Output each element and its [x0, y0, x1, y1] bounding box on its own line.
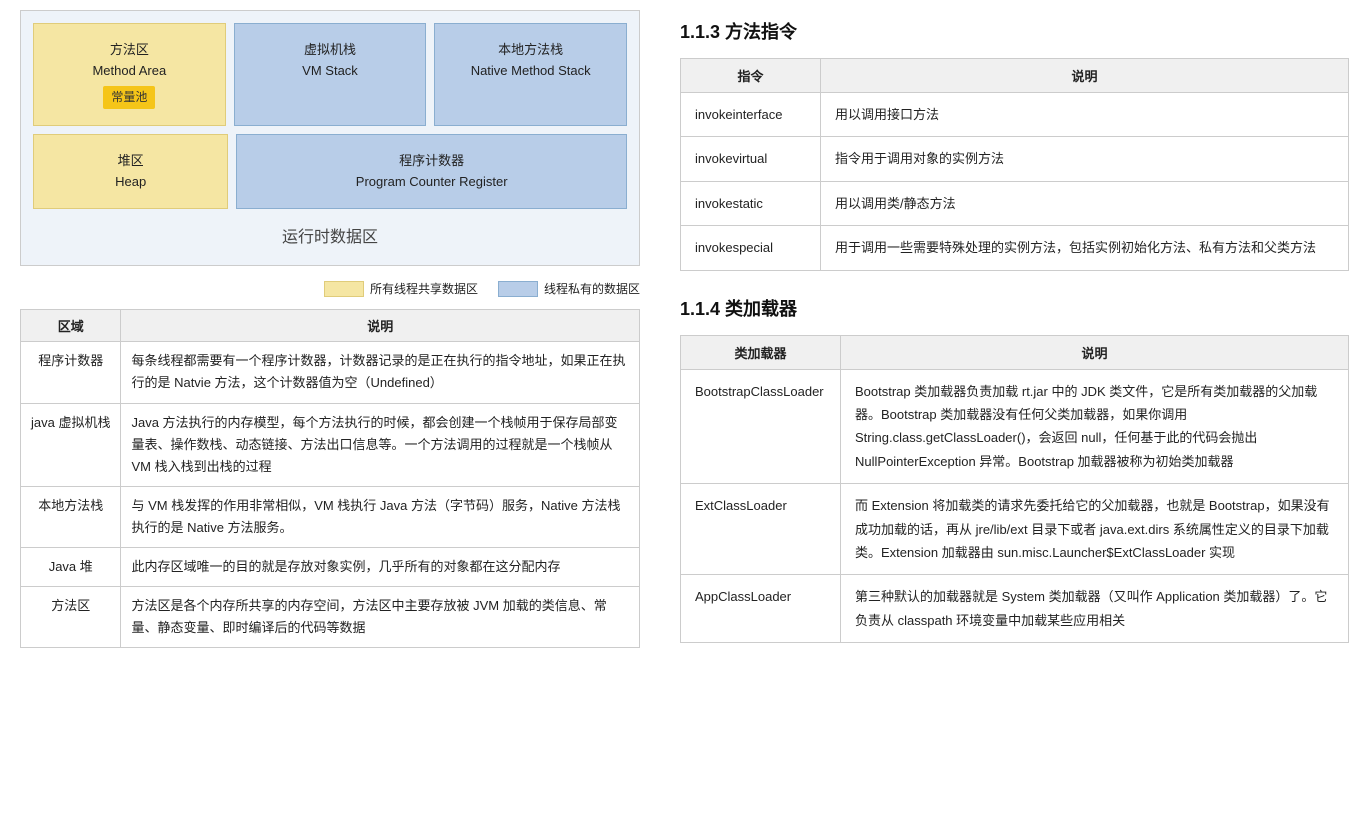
row-loader: ExtClassLoader: [681, 484, 841, 575]
classloader-col-loader: 类加载器: [681, 335, 841, 369]
row-desc: 用以调用接口方法: [821, 93, 1349, 137]
row-desc: 与 VM 栈发挥的作用非常相似，VM 栈执行 Java 方法（字节码）服务，Na…: [121, 486, 640, 547]
native-stack-en: Native Method Stack: [471, 61, 591, 82]
right-panel: 1.1.3 方法指令 指令 说明 invokeinterface 用以调用接口方…: [660, 0, 1369, 825]
table-row: invokestatic 用以调用类/静态方法: [681, 181, 1349, 225]
legend-private: 线程私有的数据区: [498, 280, 640, 297]
legend-private-label: 线程私有的数据区: [544, 280, 640, 297]
native-stack-label: 本地方法栈: [498, 40, 563, 61]
constant-pool-badge: 常量池: [103, 86, 155, 109]
program-counter-en: Program Counter Register: [356, 172, 508, 193]
table-row: 本地方法栈 与 VM 栈发挥的作用非常相似，VM 栈执行 Java 方法（字节码…: [21, 486, 640, 547]
row-loader: BootstrapClassLoader: [681, 369, 841, 484]
row-cmd: invokespecial: [681, 226, 821, 270]
heap-en: Heap: [115, 172, 146, 193]
table-row: AppClassLoader 第三种默认的加载器就是 System 类加载器（又…: [681, 575, 1349, 643]
row-cmd: invokevirtual: [681, 137, 821, 181]
legend-shared: 所有线程共享数据区: [324, 280, 478, 297]
section-1-title: 1.1.3 方法指令: [680, 18, 1349, 44]
method-area-en: Method Area: [92, 61, 166, 82]
table-row: BootstrapClassLoader Bootstrap 类加载器负责加载 …: [681, 369, 1349, 484]
left-table-col-area: 区域: [21, 310, 121, 342]
heap-box: 堆区 Heap: [33, 134, 228, 210]
row-area: 本地方法栈: [21, 486, 121, 547]
table-row: java 虚拟机栈 Java 方法执行的内存模型，每个方法执行的时候，都会创建一…: [21, 403, 640, 486]
row-desc: Bootstrap 类加载器负责加载 rt.jar 中的 JDK 类文件，它是所…: [841, 369, 1349, 484]
left-table-col-desc: 说明: [121, 310, 640, 342]
jvm-diagram: 方法区 Method Area 常量池 虚拟机栈 VM Stack 本地方法栈 …: [20, 10, 640, 266]
jvm-bottom-row: 堆区 Heap 程序计数器 Program Counter Register: [33, 134, 627, 210]
table-row: invokevirtual 指令用于调用对象的实例方法: [681, 137, 1349, 181]
vm-stack-box: 虚拟机栈 VM Stack: [234, 23, 427, 126]
row-cmd: invokeinterface: [681, 93, 821, 137]
program-counter-box: 程序计数器 Program Counter Register: [236, 134, 627, 210]
table-row: 程序计数器 每条线程都需要有一个程序计数器，计数器记录的是正在执行的指令地址，如…: [21, 342, 640, 403]
row-area: java 虚拟机栈: [21, 403, 121, 486]
table-row: Java 堆 此内存区域唯一的目的就是存放对象实例，几乎所有的对象都在这分配内存: [21, 548, 640, 587]
classloader-table: 类加载器 说明 BootstrapClassLoader Bootstrap 类…: [680, 335, 1349, 644]
legend: 所有线程共享数据区 线程私有的数据区: [20, 280, 640, 297]
vm-stack-label: 虚拟机栈: [304, 40, 356, 61]
row-area: Java 堆: [21, 548, 121, 587]
table-row: 方法区 方法区是各个内存所共享的内存空间，方法区中主要存放被 JVM 加载的类信…: [21, 587, 640, 648]
jvm-top-row: 方法区 Method Area 常量池 虚拟机栈 VM Stack 本地方法栈 …: [33, 23, 627, 126]
table-row: ExtClassLoader 而 Extension 将加载类的请求先委托给它的…: [681, 484, 1349, 575]
method-area-box: 方法区 Method Area 常量池: [33, 23, 226, 126]
left-table: 区域 说明 程序计数器 每条线程都需要有一个程序计数器，计数器记录的是正在执行的…: [20, 309, 640, 648]
row-area: 程序计数器: [21, 342, 121, 403]
table-row: invokespecial 用于调用一些需要特殊处理的实例方法，包括实例初始化方…: [681, 226, 1349, 270]
left-panel: 方法区 Method Area 常量池 虚拟机栈 VM Stack 本地方法栈 …: [0, 0, 660, 825]
row-desc: Java 方法执行的内存模型，每个方法执行的时候，都会创建一个栈帧用于保存局部变…: [121, 403, 640, 486]
runtime-area-title: 运行时数据区: [33, 217, 627, 253]
row-cmd: invokestatic: [681, 181, 821, 225]
method-instructions-table: 指令 说明 invokeinterface 用以调用接口方法 invokevir…: [680, 58, 1349, 271]
instructions-col-cmd: 指令: [681, 59, 821, 93]
row-desc: 指令用于调用对象的实例方法: [821, 137, 1349, 181]
legend-private-icon: [498, 281, 538, 297]
legend-shared-label: 所有线程共享数据区: [370, 280, 478, 297]
row-desc: 第三种默认的加载器就是 System 类加载器（又叫作 Application …: [841, 575, 1349, 643]
row-desc: 此内存区域唯一的目的就是存放对象实例，几乎所有的对象都在这分配内存: [121, 548, 640, 587]
program-counter-label: 程序计数器: [399, 151, 464, 172]
row-desc: 每条线程都需要有一个程序计数器，计数器记录的是正在执行的指令地址，如果正在执行的…: [121, 342, 640, 403]
row-desc: 用于调用一些需要特殊处理的实例方法，包括实例初始化方法、私有方法和父类方法: [821, 226, 1349, 270]
legend-shared-icon: [324, 281, 364, 297]
heap-label: 堆区: [118, 151, 144, 172]
table-row: invokeinterface 用以调用接口方法: [681, 93, 1349, 137]
row-desc: 而 Extension 将加载类的请求先委托给它的父加载器，也就是 Bootst…: [841, 484, 1349, 575]
row-desc: 方法区是各个内存所共享的内存空间，方法区中主要存放被 JVM 加载的类信息、常量…: [121, 587, 640, 648]
row-area: 方法区: [21, 587, 121, 648]
native-stack-box: 本地方法栈 Native Method Stack: [434, 23, 627, 126]
method-area-label: 方法区: [110, 40, 149, 61]
classloader-col-desc: 说明: [841, 335, 1349, 369]
vm-stack-en: VM Stack: [302, 61, 358, 82]
row-loader: AppClassLoader: [681, 575, 841, 643]
section-2-title: 1.1.4 类加载器: [680, 295, 1349, 321]
instructions-col-desc: 说明: [821, 59, 1349, 93]
row-desc: 用以调用类/静态方法: [821, 181, 1349, 225]
